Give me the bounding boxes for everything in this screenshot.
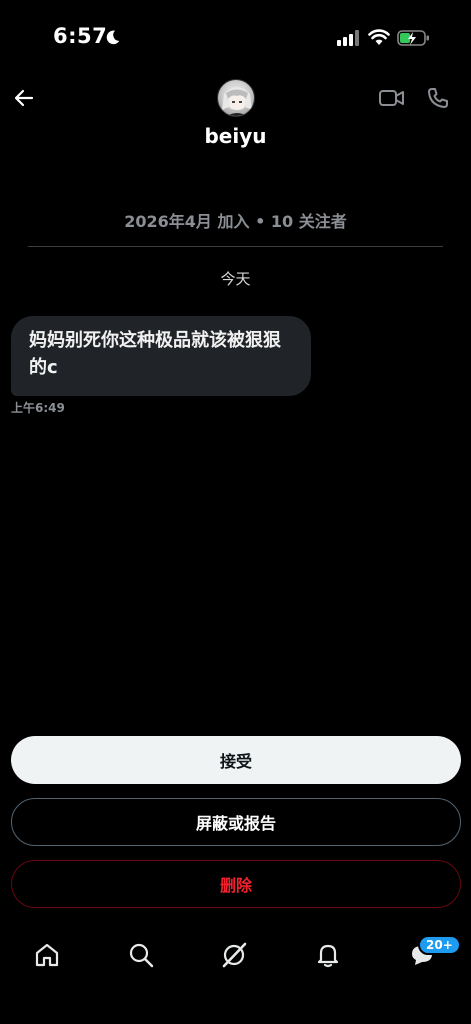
message-text: 妈妈别死你这种极品就该被狠狠的c xyxy=(29,330,281,378)
delete-button[interactable]: 删除 xyxy=(11,860,461,908)
battery-charging-icon xyxy=(397,30,429,46)
home-icon[interactable] xyxy=(33,941,61,969)
delete-label: 删除 xyxy=(219,876,252,895)
signal-icon xyxy=(337,30,359,46)
messages-badge: 20+ xyxy=(418,935,461,955)
avatar-image xyxy=(222,87,252,116)
notifications-bell-icon[interactable] xyxy=(314,941,342,969)
moon-icon xyxy=(106,30,120,45)
avatar[interactable] xyxy=(217,79,255,117)
back-arrow-icon[interactable] xyxy=(12,86,36,110)
video-call-icon[interactable] xyxy=(378,86,405,110)
conversation-username[interactable]: beiyu xyxy=(0,124,471,148)
date-separator: 今天 xyxy=(220,270,251,288)
accept-label: 接受 xyxy=(219,752,252,771)
phone-call-icon[interactable] xyxy=(426,86,450,110)
accept-button[interactable]: 接受 xyxy=(11,736,461,784)
profile-joined-info: 2026年4月 加入 • 10 关注者 xyxy=(124,212,347,231)
search-icon[interactable] xyxy=(127,941,155,969)
message-timestamp: 上午6:49 xyxy=(11,401,65,415)
block-or-report-button[interactable]: 屏蔽或报告 xyxy=(11,798,461,846)
wifi-icon xyxy=(368,29,390,45)
message-bubble[interactable]: 妈妈别死你这种极品就该被狠狠的c xyxy=(11,316,311,396)
divider xyxy=(28,246,443,247)
status-time: 6:57 xyxy=(53,24,108,48)
grok-icon[interactable] xyxy=(220,941,248,969)
block-or-report-label: 屏蔽或报告 xyxy=(195,814,276,833)
